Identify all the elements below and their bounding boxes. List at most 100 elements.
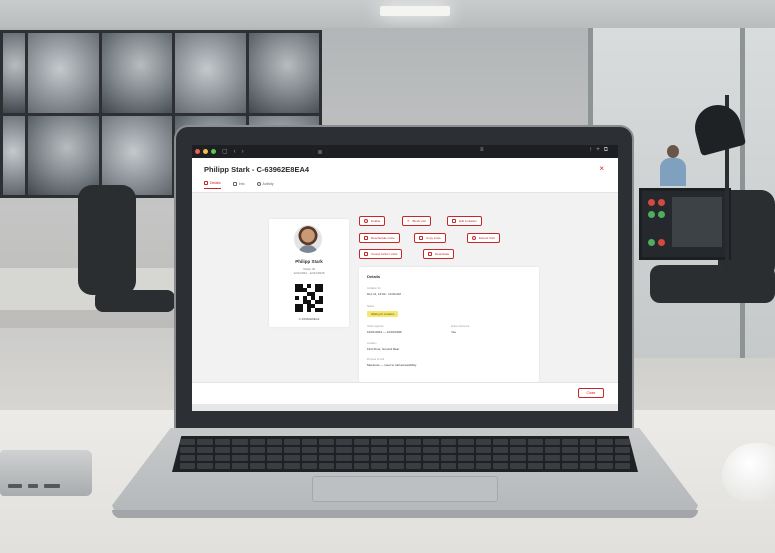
laptop-base-edge	[112, 510, 698, 518]
button-label: Deactivate	[435, 252, 450, 256]
avatar	[294, 225, 322, 253]
status-light	[658, 211, 665, 218]
button-label: Enable	[371, 219, 381, 223]
person-body	[660, 158, 686, 186]
usb-port	[8, 484, 22, 488]
forward-arrow-icon[interactable]: ›	[242, 149, 244, 155]
tab-label: Info	[238, 181, 245, 186]
browser-toolbar: ▢ ‹ › ≡ ↑+⧉	[192, 145, 618, 158]
cancel-further-visits-button[interactable]: Cancel further visits	[359, 249, 403, 259]
camera-feed	[101, 115, 172, 195]
deactivate-button[interactable]: Deactivate	[423, 249, 455, 259]
visitor-subtitle: Visitor ID 12/1/2024 - 12/31/2025	[269, 267, 349, 275]
status-badge: Waiting for invitation	[367, 311, 399, 317]
camera-feed	[101, 33, 172, 113]
address-bar-icon[interactable]	[318, 150, 322, 154]
camera-feed	[28, 115, 99, 195]
dialog-footer: Close	[192, 382, 618, 404]
field-value: Yes	[451, 330, 456, 334]
reader-icon[interactable]: ≡	[480, 147, 484, 153]
calendar-icon	[364, 236, 368, 240]
reschedule-invite-button[interactable]: Reschedule invite	[359, 233, 400, 243]
avatar-body	[298, 245, 318, 253]
dialog-title: Philipp Stark - C-63962E8EA4	[204, 165, 310, 174]
person-icon	[204, 181, 208, 185]
office-chair-seat	[95, 290, 175, 312]
visitor-code: C-63962E8EA4	[298, 317, 320, 321]
button-label: Cancel further visits	[371, 252, 398, 256]
tab-label: Activity	[262, 181, 274, 186]
field-label: Location	[367, 342, 377, 345]
person-head	[667, 145, 679, 158]
sidebar-toggle-icon[interactable]: ▢	[222, 149, 228, 155]
details-panel: Details Invitation for Dec 11, 12:00 - 1…	[359, 267, 539, 382]
browser-actions-icon[interactable]: ↑+⧉	[589, 147, 612, 154]
camera-feed	[175, 33, 246, 113]
field-value: Dec 11, 12:00 - 13:00 AM	[367, 292, 401, 296]
button-label: Copy invite	[426, 236, 441, 240]
close-icon[interactable]: ×	[599, 164, 604, 173]
field-value: Meetnote — meet to call accessibility	[367, 363, 417, 367]
field-label: Invitation for	[367, 287, 381, 290]
visitor-validity: 12/1/2024 - 12/31/2025	[293, 271, 325, 275]
details-heading: Details	[367, 274, 381, 279]
field-label: Active check-out	[451, 325, 470, 328]
laptop-trackpad	[312, 476, 498, 502]
back-arrow-icon[interactable]: ‹	[234, 149, 236, 155]
tab-bar: Details Info Activity	[204, 181, 274, 189]
camera-feed	[3, 33, 25, 113]
button-label: Block visit	[412, 219, 426, 223]
monitor-panel	[672, 197, 722, 247]
window-minimize-dot[interactable]	[203, 149, 208, 154]
status-light	[648, 211, 655, 218]
tab-info[interactable]: Info	[232, 181, 245, 189]
status-light	[658, 199, 665, 206]
edit-icon	[452, 219, 456, 223]
usb-hub	[0, 450, 92, 496]
tab-details[interactable]: Details	[204, 181, 221, 189]
clock-icon	[256, 181, 261, 186]
button-label: Extend Visit	[479, 236, 495, 240]
status-light	[648, 199, 655, 206]
tab-activity[interactable]: Activity	[256, 181, 274, 189]
field-label: Purpose of visit	[367, 358, 385, 361]
copy-invite-button[interactable]: Copy invite	[414, 233, 446, 243]
deactivate-icon	[428, 252, 432, 256]
clock-icon	[472, 236, 476, 240]
qr-code	[295, 284, 323, 312]
button-label: Reschedule invite	[371, 236, 395, 240]
tab-label: Details	[210, 181, 221, 185]
copy-icon	[419, 236, 423, 240]
visitor-profile-card: Philipp Stark Visitor ID 12/1/2024 - 12/…	[269, 219, 349, 327]
extend-visit-button[interactable]: Extend Visit	[467, 233, 500, 243]
camera-feed	[28, 33, 99, 113]
camera-feed	[248, 33, 319, 113]
status-light	[658, 239, 665, 246]
status-light	[648, 239, 655, 246]
window-zoom-dot[interactable]	[211, 149, 216, 154]
info-icon	[232, 181, 237, 186]
visitor-name: Philipp Stark	[295, 259, 323, 264]
close-button[interactable]: Close	[578, 388, 604, 398]
dialog-header: Philipp Stark - C-63962E8EA4 × Details I…	[192, 158, 618, 193]
edit-invitation-button[interactable]: Edit invitation	[447, 216, 482, 226]
button-label: Edit invitation	[459, 219, 477, 223]
enable-button[interactable]: Enable	[359, 216, 386, 226]
usb-port	[44, 484, 60, 488]
usb-port	[28, 484, 38, 488]
screen-bottom-strip	[192, 404, 618, 411]
field-label: Visitor approve	[367, 325, 384, 328]
person-icon	[364, 219, 368, 223]
laptop-screen: ▢ ‹ › ≡ ↑+⧉ Philipp Stark - C-63962E8EA4…	[192, 145, 618, 411]
field-value: First Floor, Ground Rear	[367, 347, 400, 351]
block-visit-button[interactable]: ✕ Block visit	[402, 216, 431, 226]
close-icon: ✕	[407, 219, 410, 223]
field-value: 10/01/2024 — 12/01/2026	[367, 330, 402, 334]
cancel-icon	[364, 252, 368, 256]
field-label: Status	[367, 305, 375, 308]
office-chair	[78, 185, 136, 295]
ceiling-light	[380, 6, 450, 16]
camera-feed	[3, 115, 25, 195]
laptop-keyboard	[172, 436, 638, 472]
window-close-dot[interactable]	[195, 149, 200, 154]
